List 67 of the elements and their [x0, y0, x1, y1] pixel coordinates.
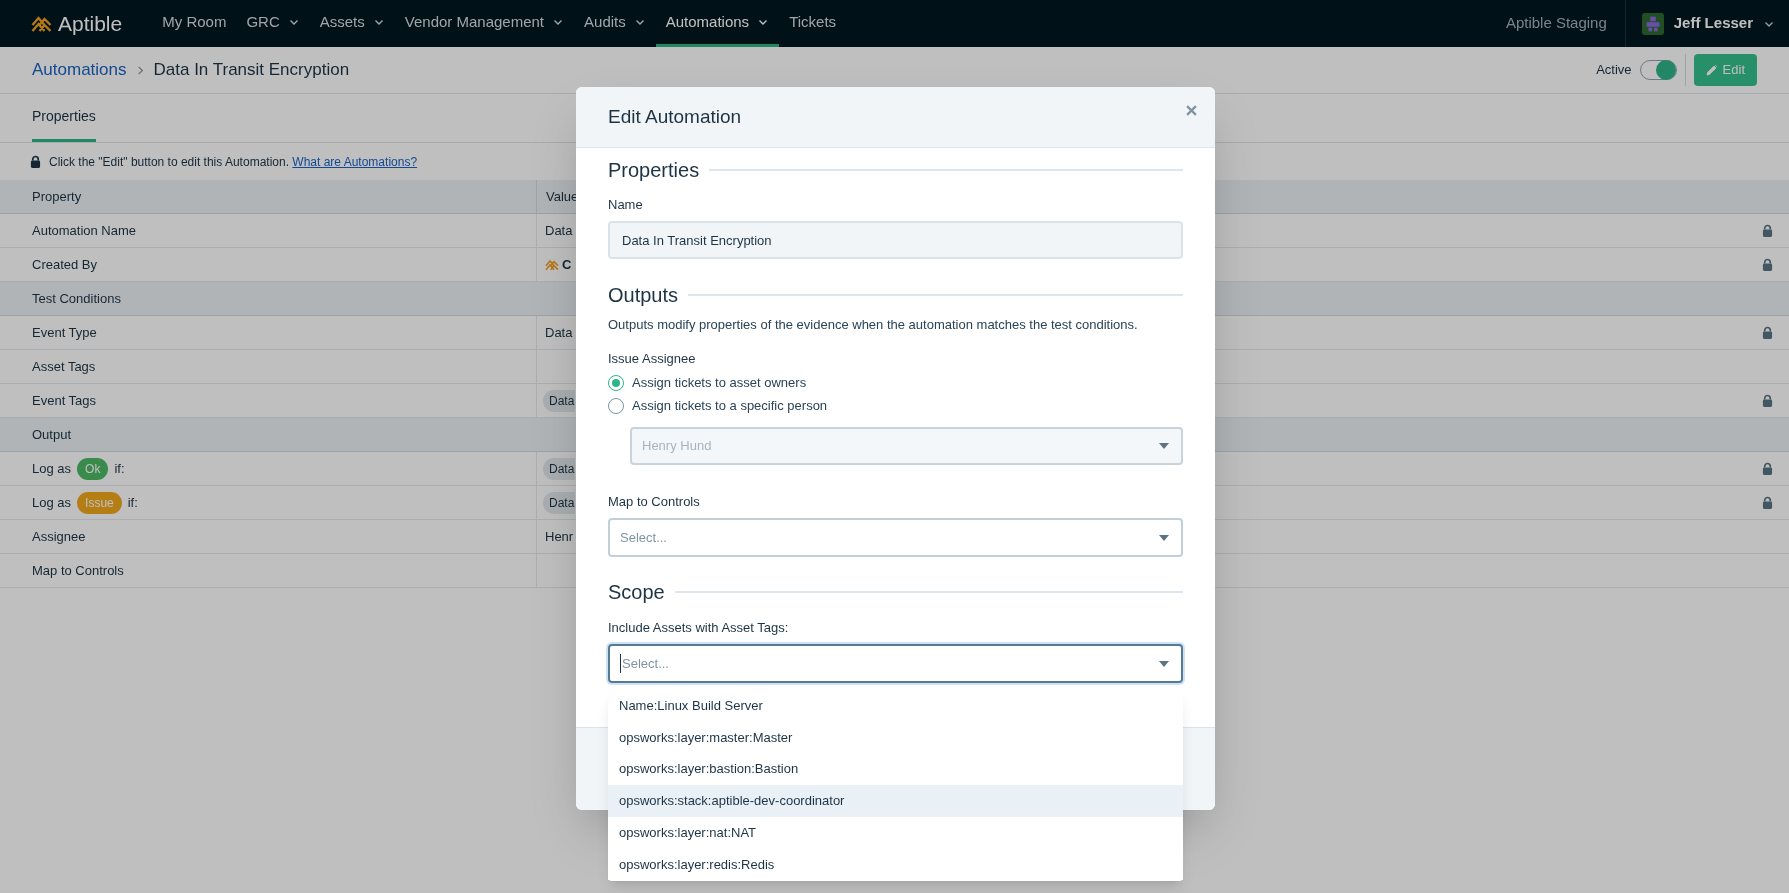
field-label: Map to Controls	[608, 493, 701, 511]
field-label: Include Assets with Asset Tags:	[608, 619, 790, 637]
nav-menu-item[interactable]: Assets	[309, 0, 395, 47]
nav-menu-item[interactable]: Tickets	[779, 0, 847, 47]
nav-menu-item[interactable]: My Room	[152, 0, 237, 47]
property-label: Asset Tags	[32, 357, 96, 376]
caret-down-icon	[1159, 660, 1169, 667]
tab[interactable]: Properties	[32, 94, 96, 142]
property-label: if:	[127, 493, 138, 512]
nav-menu-item[interactable]: GRC	[236, 0, 310, 47]
column-header: Property	[0, 180, 537, 213]
dropdown-option[interactable]: opsworks:layer:master:Master	[608, 721, 1183, 754]
close-icon[interactable]	[1186, 104, 1197, 116]
dropdown-option[interactable]: opsworks:layer:bastion:Bastion	[608, 753, 1183, 786]
property-label: Log as	[32, 493, 72, 512]
avatar-icon	[1641, 12, 1664, 35]
section-title: Output	[32, 425, 72, 444]
tag-chip: Data	[543, 389, 576, 412]
section-heading: Scope	[608, 580, 665, 605]
section-heading: Properties	[608, 158, 700, 183]
value-text: Henr	[545, 527, 574, 546]
value-text: Data	[545, 323, 573, 342]
breadcrumb-link[interactable]: Automations	[32, 57, 127, 83]
property-label: Automation Name	[32, 221, 137, 240]
name-input-field[interactable]: Data In Transit Encryption	[608, 221, 1183, 259]
nav-menu-item[interactable]: Vendor Management	[394, 0, 575, 47]
toggle-switch[interactable]	[1639, 60, 1677, 80]
field-label: Issue Assignee	[608, 350, 697, 368]
notice-text: Click the "Edit" button to edit this Automation. What are Automations?	[49, 153, 418, 171]
environment-label: Aptible Staging	[1505, 13, 1607, 34]
property-label: Created By	[32, 255, 98, 274]
dropdown-option[interactable]: opsworks:stack:aptible-dev-coordinator	[608, 785, 1183, 817]
field-label: Name	[608, 196, 644, 214]
property-label: Map to Controls	[32, 561, 124, 580]
dialog-title: Edit Automation	[608, 104, 742, 129]
nav-menu-item[interactable]: Audits	[574, 0, 656, 47]
property-label: if:	[114, 459, 125, 478]
logo-text: Aptible	[58, 13, 123, 34]
page-title: Data In Transit Encryption	[153, 59, 350, 82]
lock-icon	[30, 155, 41, 168]
status-badge: Issue	[77, 491, 122, 514]
logo-icon	[545, 258, 559, 271]
logo-icon	[31, 14, 52, 33]
radio-label: Assign tickets to asset owners	[632, 374, 807, 393]
status-badge: Ok	[77, 457, 109, 480]
user-menu[interactable]: Jeff Lesser	[1624, 0, 1789, 47]
caret-down-icon	[1159, 534, 1169, 541]
property-label: Event Tags	[32, 391, 97, 410]
dropdown-option[interactable]: opsworks:layer:redis:Redis	[608, 848, 1183, 881]
radio-label: Assign tickets to a specific person	[632, 397, 828, 416]
creator-name: C	[562, 255, 572, 274]
section-title: Test Conditions	[32, 289, 121, 308]
tag-chip: Data	[543, 457, 576, 480]
value-text: Data	[545, 221, 573, 240]
property-label: Assignee	[32, 527, 86, 546]
section-description: Outputs modify properties of the evidence when the automation matches the test conditions.	[608, 316, 1139, 334]
section-heading: Outputs	[608, 283, 679, 308]
nav-menu-item[interactable]: Automations	[655, 0, 780, 47]
dropdown-option[interactable]: Name:Linux Build Server	[608, 690, 1183, 722]
property-label: Event Type	[32, 323, 97, 342]
help-link[interactable]: What are Automations?	[292, 154, 418, 169]
active-label: Active	[1596, 61, 1632, 80]
tag-chip: Data	[543, 491, 576, 514]
property-label: Log as	[32, 459, 72, 478]
dropdown-option[interactable]: opsworks:layer:nat:NAT	[608, 816, 1183, 849]
caret-down-icon	[1159, 443, 1169, 449]
pencil-icon	[1705, 64, 1718, 76]
